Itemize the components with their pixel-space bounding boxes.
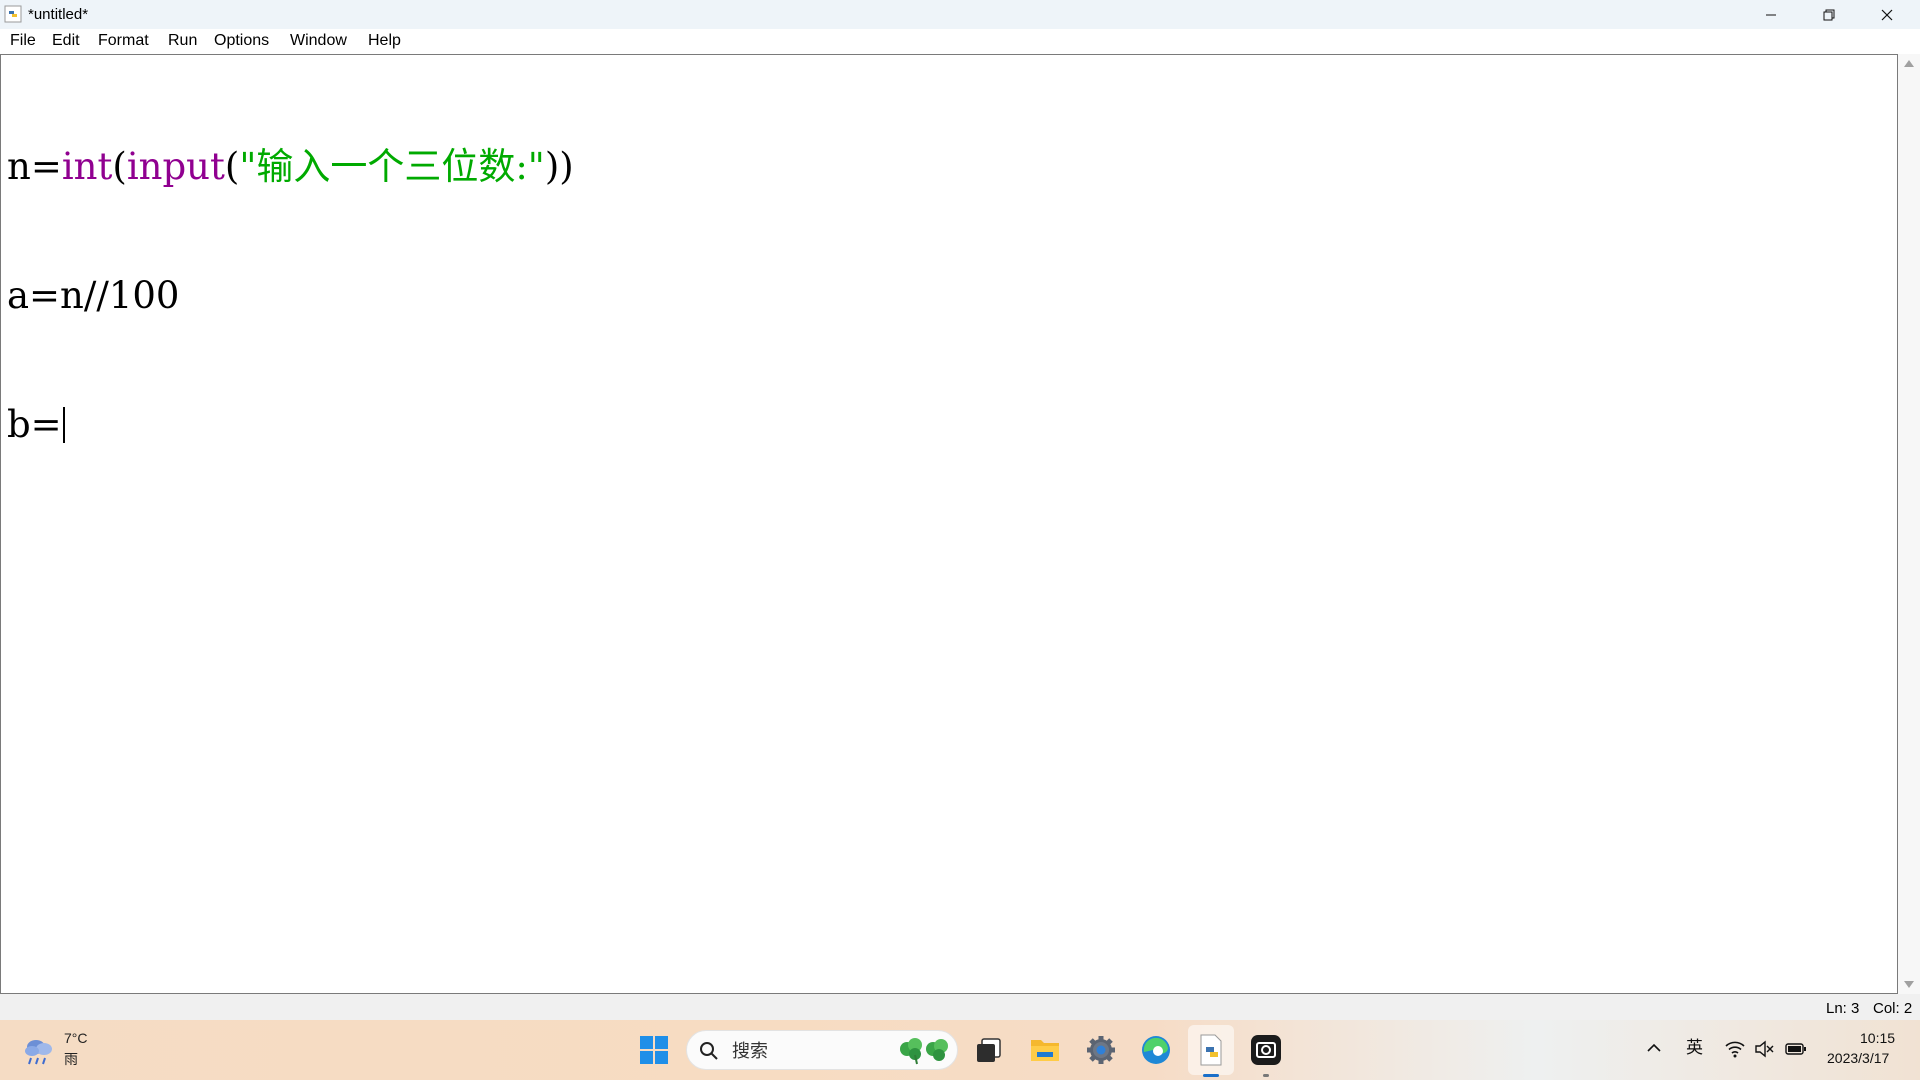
search-placeholder: 搜索 (732, 1041, 768, 1061)
task-view-button[interactable] (971, 1032, 1007, 1068)
menu-options[interactable]: Options (213, 32, 270, 50)
folder-icon (1031, 1040, 1059, 1061)
file-explorer-button[interactable] (1027, 1032, 1063, 1068)
scroll-up-arrow-icon[interactable] (1904, 60, 1914, 67)
code-text: n=int(input("输入一个三位数:")) a=n//100 b= (7, 59, 574, 532)
code-token: ( (224, 145, 240, 188)
rain-cloud-icon[interactable] (22, 1035, 56, 1067)
builtin-token: int (61, 145, 113, 188)
menu-edit[interactable]: Edit (51, 32, 81, 50)
code-line-1: n=int(input("输入一个三位数:")) (7, 145, 574, 188)
ime-indicator[interactable]: 英 (1686, 1038, 1703, 1058)
edge-browser-button[interactable] (1138, 1032, 1174, 1068)
menu-run[interactable]: Run (167, 32, 198, 50)
app-taskbar-button[interactable] (1248, 1032, 1284, 1068)
gear-icon (1087, 1036, 1115, 1064)
running-indicator (1263, 1074, 1269, 1077)
title-bar: *untitled* (0, 0, 1920, 29)
minimize-button[interactable] (1742, 0, 1800, 29)
code-token: n= (7, 145, 62, 188)
restore-button[interactable] (1800, 0, 1858, 29)
menu-bar: File Edit Format Run Options Window Help (0, 29, 1920, 54)
text-cursor (62, 407, 65, 443)
taskbar-search[interactable]: 搜索 (686, 1030, 958, 1070)
status-line: Ln: 3 (1826, 1000, 1860, 1017)
restore-icon (1823, 9, 1835, 20)
window-title: *untitled* (28, 6, 89, 23)
chevron-up-icon[interactable] (1647, 1042, 1661, 1054)
builtin-token: input (126, 145, 225, 188)
scroll-down-arrow-icon[interactable] (1904, 981, 1914, 988)
status-bar: Ln: 3 Col: 2 (0, 994, 1920, 1020)
code-editor[interactable]: n=int(input("输入一个三位数:")) a=n//100 b= (0, 54, 1898, 994)
minimize-icon (1766, 14, 1776, 15)
menu-format[interactable]: Format (97, 32, 150, 50)
windows-logo-icon (640, 1036, 668, 1064)
close-icon (1881, 9, 1893, 20)
string-token: "输入一个三位数:" (239, 145, 545, 188)
code-token: )) (544, 145, 574, 188)
task-view-icon (977, 1038, 1001, 1062)
code-token: b= (7, 403, 62, 446)
code-line-3: b= (7, 403, 574, 446)
python-idle-icon (4, 5, 22, 23)
battery-icon[interactable] (1785, 1042, 1807, 1056)
start-button[interactable] (636, 1032, 672, 1068)
shamrock-icon (900, 1038, 948, 1065)
weather-temp[interactable]: 7°C (64, 1030, 88, 1046)
python-file-icon (1200, 1034, 1222, 1066)
clock-date[interactable]: 2023/3/17 (1827, 1050, 1889, 1066)
code-line-2: a=n//100 (7, 274, 180, 317)
wifi-icon[interactable] (1725, 1040, 1745, 1058)
snipping-app-icon (1251, 1035, 1281, 1065)
close-button[interactable] (1858, 0, 1916, 29)
clock-time[interactable]: 10:15 (1860, 1030, 1895, 1046)
vertical-scrollbar[interactable] (1898, 54, 1920, 994)
speaker-muted-icon[interactable] (1754, 1040, 1774, 1058)
edge-browser-icon (1142, 1036, 1170, 1064)
search-icon (700, 1042, 718, 1060)
taskbar: 7°C 雨 搜索 英 10:15 2023/3/17 (0, 1020, 1920, 1080)
menu-help[interactable]: Help (367, 32, 402, 50)
settings-button[interactable] (1083, 1032, 1119, 1068)
idle-taskbar-button[interactable] (1193, 1032, 1229, 1068)
menu-file[interactable]: File (9, 32, 37, 50)
weather-condition[interactable]: 雨 (64, 1049, 78, 1069)
status-col: Col: 2 (1873, 1000, 1913, 1017)
active-indicator (1203, 1074, 1219, 1077)
code-token: ( (112, 145, 127, 188)
menu-window[interactable]: Window (289, 32, 348, 50)
